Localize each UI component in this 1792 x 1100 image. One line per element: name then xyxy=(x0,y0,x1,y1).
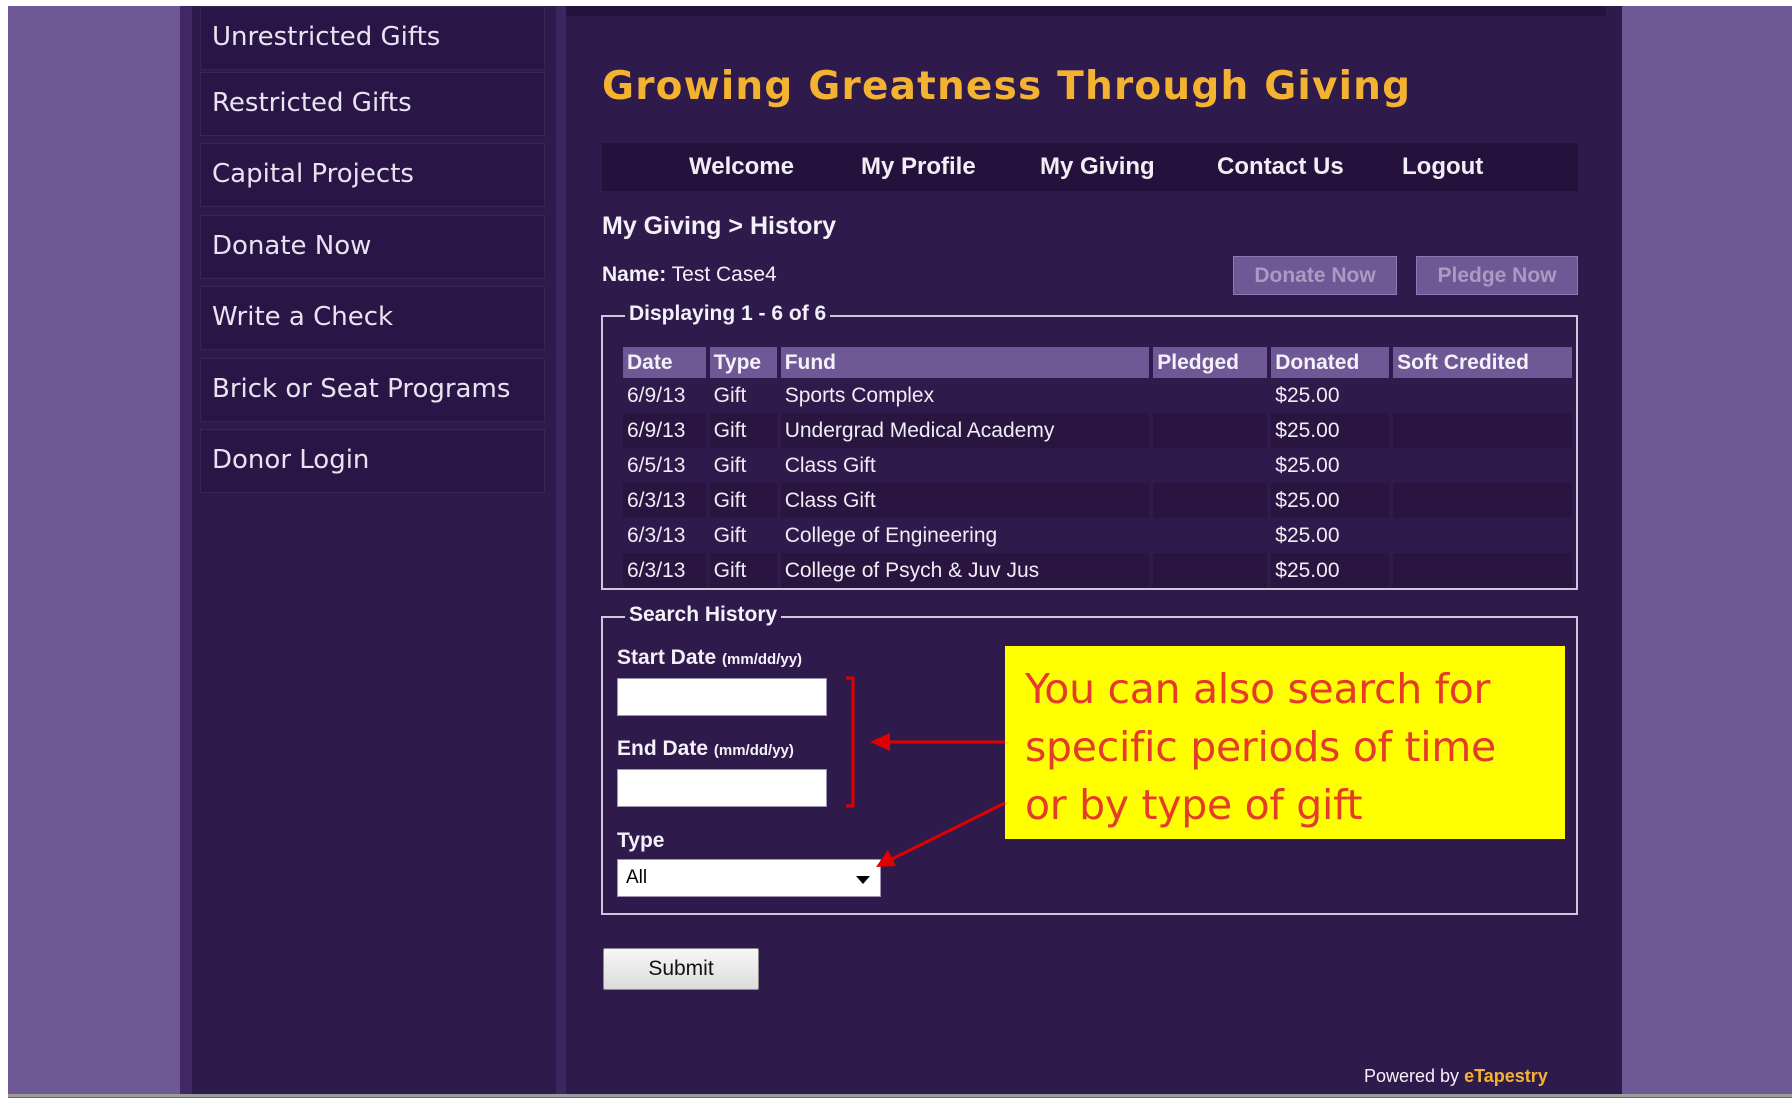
annotation-arrows xyxy=(846,676,1006,867)
bracket-shape xyxy=(846,676,855,808)
arrow-to-type xyxy=(891,801,1006,861)
arrowhead-dates-icon xyxy=(870,733,890,751)
